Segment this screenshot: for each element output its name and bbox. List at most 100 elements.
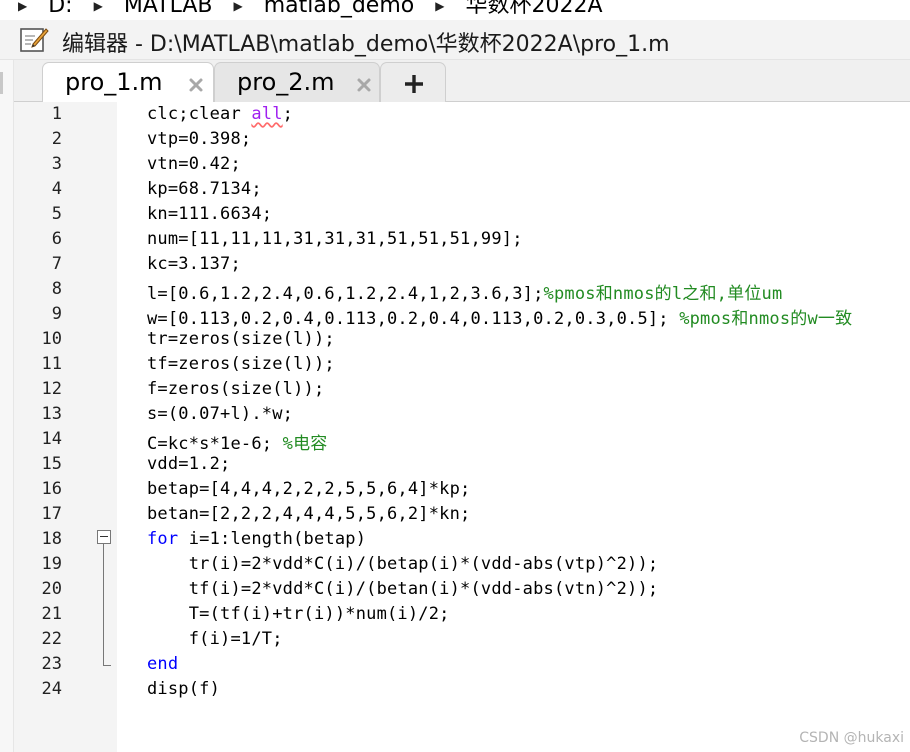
code-line[interactable]: 17 betan=[2,2,2,4,4,4,5,5,6,2]*kn;: [14, 502, 910, 527]
line-number: 16: [41, 479, 62, 499]
code-token: s=(0.07+l).*w;: [147, 404, 294, 424]
code-token: kn=111.6634;: [147, 204, 273, 224]
code-line[interactable]: 18 for i=1:length(betap): [14, 527, 910, 552]
code-line[interactable]: 24 disp(f): [14, 677, 910, 702]
code-text[interactable]: kn=111.6634;: [147, 204, 272, 224]
code-line[interactable]: 22 f(i)=1/T;: [14, 627, 910, 652]
code-text[interactable]: C=kc*s*1e-6; %电容: [147, 429, 328, 454]
code-token: betan=[2,2,2,4,4,4,5,5,6,2]*kn;: [147, 504, 471, 524]
code-line[interactable]: 9 w=[0.113,0.2,0.4,0.113,0.2,0.4,0.113,0.…: [14, 302, 910, 329]
code-token: num=[11,11,11,31,31,31,51,51,51,99];: [147, 229, 523, 249]
left-panel-strip: [0, 60, 14, 752]
line-number: 20: [41, 579, 62, 599]
code-token: f=zeros(size(l));: [147, 379, 325, 399]
editor-title-bar: 编辑器 - D:\MATLAB\matlab_demo\华数杯2022A\pro…: [0, 20, 910, 60]
code-text[interactable]: tr=zeros(size(l));: [147, 329, 335, 349]
code-token: vtp=0.398;: [147, 129, 252, 149]
code-line[interactable]: 11 tf=zeros(size(l));: [14, 352, 910, 377]
code-text[interactable]: vtp=0.398;: [147, 129, 251, 149]
code-line[interactable]: 1 clc;clear all;: [14, 102, 910, 127]
code-text[interactable]: vtn=0.42;: [147, 154, 241, 174]
line-number: 23: [41, 654, 62, 674]
code-token: tf=zeros(size(l));: [147, 354, 335, 374]
plus-icon: [405, 75, 423, 93]
breadcrumb-arrow-icon: ▶: [18, 0, 28, 13]
line-number: 11: [41, 354, 62, 374]
line-number: 14: [41, 429, 62, 449]
fold-guide: [103, 544, 104, 666]
code-text[interactable]: w=[0.113,0.2,0.4,0.113,0.2,0.4,0.113,0.2…: [147, 304, 852, 329]
code-token: l=[0.6,1.2,2.4,0.6,1.2,2.4,1,2,3.6,3];: [147, 284, 544, 304]
code-text[interactable]: for i=1:length(betap): [147, 529, 366, 549]
code-line[interactable]: 15 vdd=1.2;: [14, 452, 910, 477]
code-token: i=1:length(betap): [178, 529, 367, 549]
breadcrumb-path: ▶ D: ▶ MATLAB ▶ matlab_demo ▶ 华数杯2022A: [18, 0, 617, 19]
code-line[interactable]: 10 tr=zeros(size(l));: [14, 327, 910, 352]
code-text[interactable]: l=[0.6,1.2,2.4,0.6,1.2,2.4,1,2,3.6,3];%p…: [147, 279, 782, 304]
code-text[interactable]: betan=[2,2,2,4,4,4,5,5,6,2]*kn;: [147, 504, 470, 524]
fold-guide-end: [103, 665, 111, 666]
breadcrumb: ▶ D: ▶ MATLAB ▶ matlab_demo ▶ 华数杯2022A: [0, 0, 910, 20]
code-line[interactable]: 4 kp=68.7134;: [14, 177, 910, 202]
code-line[interactable]: 5 kn=111.6634;: [14, 202, 910, 227]
code-text[interactable]: end: [147, 654, 178, 674]
breadcrumb-item[interactable]: 华数杯2022A: [465, 0, 602, 18]
code-line[interactable]: 12 f=zeros(size(l));: [14, 377, 910, 402]
code-text[interactable]: disp(f): [147, 679, 220, 699]
tab-label: pro_2.m: [237, 68, 335, 96]
tab-pro-2[interactable]: pro_2.m: [214, 62, 380, 102]
line-number: 24: [41, 679, 62, 699]
code-line[interactable]: 3 vtn=0.42;: [14, 152, 910, 177]
code-editor[interactable]: 1 clc;clear all; 2 vtp=0.398; 3 vtn=0.42; 4 kp=…: [14, 102, 910, 752]
close-icon[interactable]: [355, 76, 373, 94]
code-token: w=[0.113,0.2,0.4,0.113,0.2,0.4,0.113,0.2…: [147, 309, 680, 329]
line-number: 5: [51, 204, 62, 224]
code-token: tr(i)=2*vdd*C(i)/(betap(i)*(vdd-abs(vtp)…: [147, 554, 659, 574]
code-line[interactable]: 8 l=[0.6,1.2,2.4,0.6,1.2,2.4,1,2,3.6,3];%…: [14, 277, 910, 304]
code-line[interactable]: 19 tr(i)=2*vdd*C(i)/(betap(i)*(vdd-abs(v…: [14, 552, 910, 577]
code-text[interactable]: f=zeros(size(l));: [147, 379, 324, 399]
code-text[interactable]: T=(tf(i)+tr(i))*num(i)/2;: [147, 604, 450, 624]
code-text[interactable]: tf(i)=2*vdd*C(i)/(betan(i)*(vdd-abs(vtn)…: [147, 579, 658, 599]
code-text[interactable]: kc=3.137;: [147, 254, 241, 274]
code-line[interactable]: 13 s=(0.07+l).*w;: [14, 402, 910, 427]
code-text[interactable]: s=(0.07+l).*w;: [147, 404, 293, 424]
code-token: f(i)=1/T;: [147, 629, 283, 649]
code-line[interactable]: 20 tf(i)=2*vdd*C(i)/(betan(i)*(vdd-abs(v…: [14, 577, 910, 602]
code-line[interactable]: 7 kc=3.137;: [14, 252, 910, 277]
code-text[interactable]: betap=[4,4,4,2,2,2,5,5,6,4]*kp;: [147, 479, 470, 499]
code-token: vdd=1.2;: [147, 454, 231, 474]
breadcrumb-item[interactable]: D:: [48, 0, 72, 18]
window-title: 编辑器 - D:\MATLAB\matlab_demo\华数杯2022A\pro…: [62, 32, 670, 57]
code-text[interactable]: clc;clear all;: [147, 104, 293, 124]
code-text[interactable]: vdd=1.2;: [147, 454, 230, 474]
add-tab-button[interactable]: [380, 62, 446, 102]
code-line[interactable]: 14 C=kc*s*1e-6; %电容: [14, 427, 910, 454]
code-line[interactable]: 2 vtp=0.398;: [14, 127, 910, 152]
code-text[interactable]: kp=68.7134;: [147, 179, 262, 199]
line-number: 18: [41, 529, 62, 549]
line-number: 19: [41, 554, 62, 574]
code-text[interactable]: num=[11,11,11,31,31,31,51,51,51,99];: [147, 229, 523, 249]
tab-pro-1[interactable]: pro_1.m: [42, 62, 214, 103]
breadcrumb-arrow-icon: ▶: [233, 0, 243, 13]
breadcrumb-item[interactable]: matlab_demo: [264, 0, 415, 18]
tab-label: pro_1.m: [65, 68, 163, 96]
code-text[interactable]: tr(i)=2*vdd*C(i)/(betap(i)*(vdd-abs(vtp)…: [147, 554, 658, 574]
line-number: 13: [41, 404, 62, 424]
line-number: 6: [51, 229, 62, 249]
code-token: ;: [282, 104, 294, 124]
code-line[interactable]: 23 end: [14, 652, 910, 677]
code-line[interactable]: 6 num=[11,11,11,31,31,31,51,51,51,99];: [14, 227, 910, 252]
code-line[interactable]: 21 T=(tf(i)+tr(i))*num(i)/2;: [14, 602, 910, 627]
line-number: 8: [51, 279, 62, 299]
code-token: kc=3.137;: [147, 254, 241, 274]
code-text[interactable]: tf=zeros(size(l));: [147, 354, 335, 374]
code-text[interactable]: f(i)=1/T;: [147, 629, 283, 649]
fold-toggle-icon[interactable]: [97, 530, 111, 544]
line-number: 4: [51, 179, 62, 199]
close-icon[interactable]: [187, 76, 205, 94]
line-number: 17: [41, 504, 62, 524]
breadcrumb-item[interactable]: MATLAB: [124, 0, 213, 18]
code-line[interactable]: 16 betap=[4,4,4,2,2,2,5,5,6,4]*kp;: [14, 477, 910, 502]
